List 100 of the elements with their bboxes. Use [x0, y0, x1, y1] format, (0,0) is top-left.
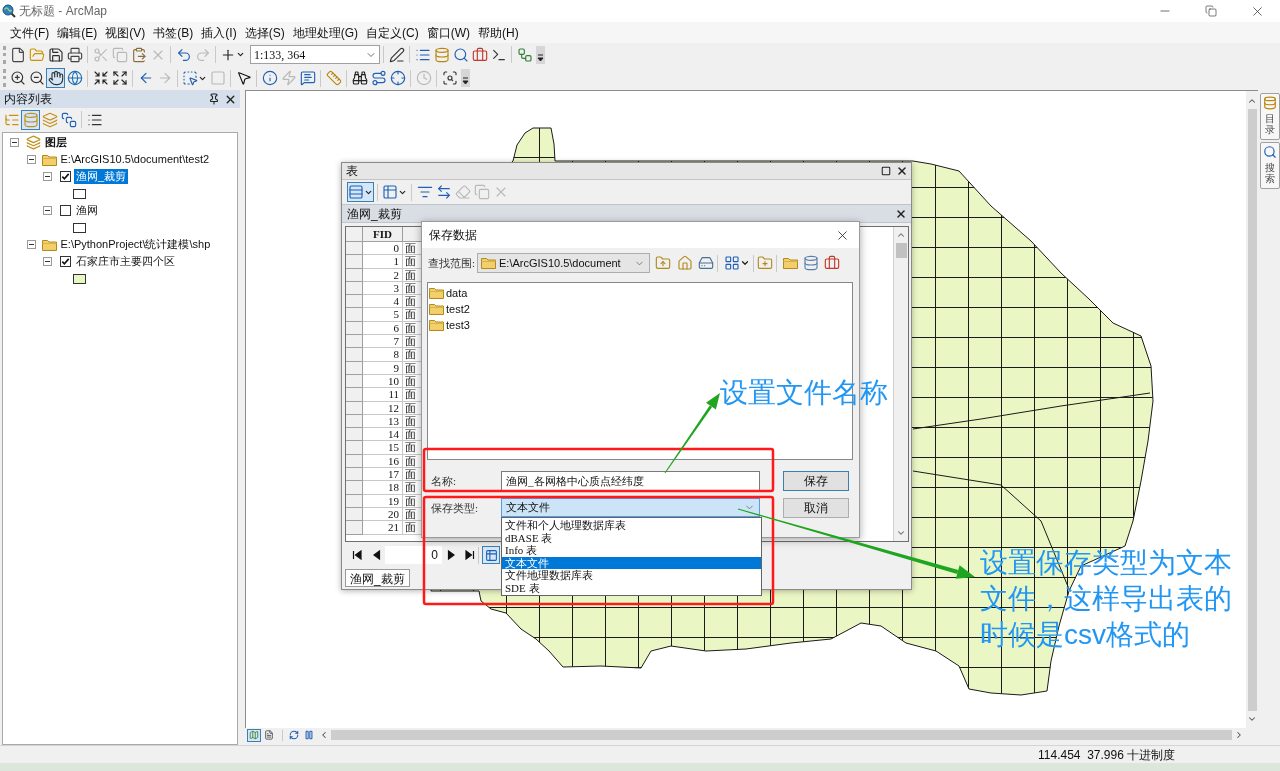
- symbol-swatch[interactable]: [73, 273, 86, 284]
- maximize-icon[interactable]: [881, 166, 891, 176]
- collapse-icon[interactable]: [10, 138, 19, 147]
- database-icon[interactable]: [803, 255, 819, 271]
- scroll-left-icon[interactable]: [319, 730, 329, 740]
- file-list-item[interactable]: test2: [429, 301, 472, 317]
- select-features-button[interactable]: [181, 68, 208, 88]
- related-tables-button[interactable]: [381, 182, 408, 202]
- checkbox[interactable]: [60, 205, 71, 216]
- scroll-up-icon[interactable]: [1247, 96, 1257, 106]
- dropdown-option[interactable]: SDE 表: [502, 581, 761, 594]
- side-tab[interactable]: 搜索: [1260, 142, 1280, 189]
- refresh-icon[interactable]: [289, 730, 299, 740]
- table-tab[interactable]: 渔网_裁剪: [345, 569, 410, 587]
- menu-item[interactable]: 书签(B): [149, 23, 198, 42]
- scrollbar-thumb[interactable]: [331, 730, 1232, 740]
- scroll-right-icon[interactable]: [1234, 730, 1244, 740]
- menu-item[interactable]: 文件(F): [6, 23, 54, 42]
- dropdown-option[interactable]: 文本文件: [502, 556, 761, 569]
- dropdown-option[interactable]: dBASE 表: [502, 531, 761, 544]
- vertical-scrollbar[interactable]: [893, 227, 908, 541]
- column-header[interactable]: FID: [363, 227, 403, 242]
- side-tab[interactable]: 目录: [1260, 93, 1280, 140]
- home-icon[interactable]: [677, 255, 693, 271]
- toolbar-grip[interactable]: [3, 45, 6, 64]
- row-selector[interactable]: [346, 468, 363, 482]
- next-icon[interactable]: [446, 550, 456, 560]
- scale-field[interactable]: 1:133, 364: [250, 45, 380, 64]
- pin-icon[interactable]: [208, 93, 220, 105]
- checkbox[interactable]: [60, 171, 71, 182]
- menu-item[interactable]: 帮助(H): [474, 23, 523, 42]
- collapse-icon[interactable]: [26, 240, 36, 249]
- name-input[interactable]: 渔网_各网格中心质点经纬度: [501, 471, 760, 491]
- layer-name[interactable]: 渔网_裁剪: [74, 169, 129, 184]
- layout-view-button[interactable]: [262, 728, 276, 742]
- scroll-down-icon[interactable]: [896, 528, 906, 538]
- file-list-item[interactable]: test3: [429, 317, 472, 333]
- data-view-button[interactable]: [247, 728, 261, 742]
- row-selector[interactable]: [346, 388, 363, 402]
- toolbar-grip[interactable]: [3, 69, 6, 87]
- skip-to-start-icon[interactable]: [352, 550, 362, 560]
- row-selector[interactable]: [346, 308, 363, 322]
- tree-label[interactable]: E:\PythonProject\统计建模\shp: [60, 236, 211, 253]
- collapse-icon[interactable]: [43, 257, 52, 266]
- folder-plus-icon[interactable]: [757, 255, 773, 271]
- row-selector[interactable]: [346, 242, 363, 256]
- pause-icon[interactable]: [304, 730, 314, 740]
- close-icon[interactable]: [896, 165, 908, 177]
- collapse-icon[interactable]: [43, 172, 52, 181]
- folder-up-icon[interactable]: [655, 255, 671, 271]
- dropdown-option[interactable]: 文件和个人地理数据库表: [502, 519, 761, 532]
- skip-to-end-icon[interactable]: [465, 550, 475, 560]
- row-selector[interactable]: [346, 348, 363, 362]
- caret-icon[interactable]: [740, 258, 750, 268]
- save-type-dropdown[interactable]: 文本文件: [501, 498, 760, 517]
- menu-item[interactable]: 选择(S): [240, 23, 289, 42]
- scrollbar-thumb[interactable]: [895, 243, 907, 258]
- row-selector[interactable]: [346, 481, 363, 495]
- layer-name[interactable]: 石家庄市主要四个区: [74, 254, 177, 269]
- symbol-swatch[interactable]: [73, 188, 86, 199]
- dropdown-option[interactable]: 文件地理数据库表: [502, 569, 761, 582]
- menu-item[interactable]: 窗口(W): [422, 23, 474, 42]
- row-selector[interactable]: [346, 295, 363, 309]
- grid-icon[interactable]: [724, 255, 740, 271]
- menu-item[interactable]: 插入(I): [197, 23, 241, 42]
- dropdown-option[interactable]: Info 表: [502, 544, 761, 557]
- show-all-records-button[interactable]: [482, 546, 500, 564]
- row-selector[interactable]: [346, 441, 363, 455]
- table-options-button[interactable]: [347, 182, 374, 202]
- scroll-down-icon[interactable]: [1247, 714, 1257, 724]
- tree-label[interactable]: 图层: [45, 134, 67, 151]
- layer-name[interactable]: 渔网: [74, 203, 100, 218]
- menu-item[interactable]: 自定义(C): [362, 23, 423, 42]
- overflow-icon[interactable]: [536, 45, 545, 64]
- record-field[interactable]: 0: [385, 546, 442, 564]
- scrollbar-thumb[interactable]: [1247, 109, 1257, 711]
- list-by-source-button[interactable]: [21, 109, 40, 130]
- row-selector[interactable]: [346, 335, 363, 349]
- tree-label[interactable]: E:\ArcGIS10.5\document\test2: [60, 151, 210, 168]
- dialog-button[interactable]: 保存: [783, 471, 849, 491]
- menu-item[interactable]: 编辑(E): [53, 23, 102, 42]
- dialog-button[interactable]: 取消: [783, 498, 849, 518]
- row-selector[interactable]: [346, 521, 363, 535]
- collapse-icon[interactable]: [26, 155, 36, 164]
- row-selector[interactable]: [346, 428, 363, 442]
- column-header[interactable]: [403, 227, 421, 242]
- menu-item[interactable]: 地理处理(G): [288, 23, 362, 42]
- collapse-icon[interactable]: [43, 206, 52, 215]
- menu-item[interactable]: 视图(V): [101, 23, 150, 42]
- file-list-item[interactable]: data: [429, 285, 470, 301]
- overflow-icon[interactable]: [461, 69, 470, 87]
- look-in-dropdown[interactable]: E:\ArcGIS10.5\document: [477, 253, 650, 273]
- briefcase-icon[interactable]: [824, 255, 840, 271]
- symbol-swatch[interactable]: [73, 222, 86, 233]
- checkbox[interactable]: [60, 256, 71, 267]
- row-selector[interactable]: [346, 255, 363, 269]
- close-icon[interactable]: [895, 207, 907, 220]
- scroll-up-icon[interactable]: [896, 230, 906, 240]
- restore-icon[interactable]: [1205, 5, 1217, 17]
- drive-icon[interactable]: [698, 255, 714, 271]
